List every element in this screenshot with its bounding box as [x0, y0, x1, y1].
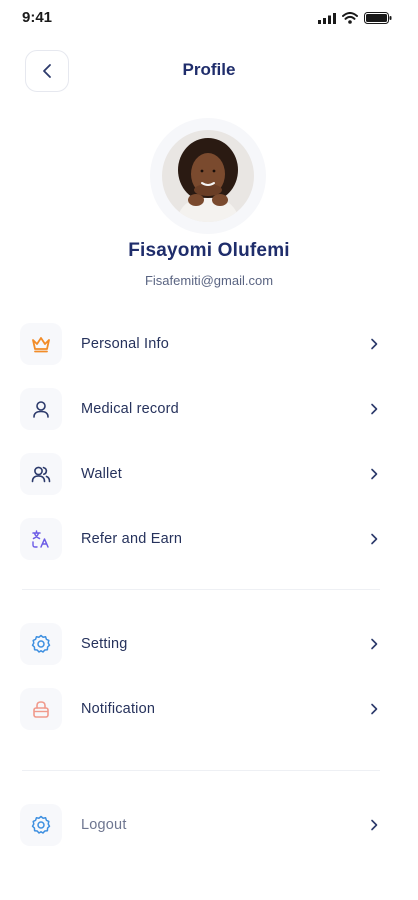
header: Profile: [0, 48, 418, 94]
crown-icon: [20, 323, 62, 365]
menu-item-wallet[interactable]: Wallet: [20, 452, 390, 496]
wifi-icon: [342, 12, 358, 24]
avatar-container: [150, 118, 266, 234]
menu-item-setting[interactable]: Setting: [20, 622, 390, 666]
user-name: Fisayomi Olufemi: [128, 240, 290, 261]
menu-label: Refer and Earn: [81, 531, 183, 547]
menu-item-logout[interactable]: Logout: [20, 803, 390, 847]
gear-icon: [20, 804, 62, 846]
divider: [22, 770, 380, 771]
chevron-right-icon: [364, 815, 384, 835]
gear-icon: [20, 623, 62, 665]
avatar-photo: [162, 130, 254, 222]
chevron-right-icon: [364, 529, 384, 549]
translate-icon: [20, 518, 62, 560]
status-icons: [318, 12, 392, 24]
status-bar: 9:41: [0, 0, 418, 40]
menu-item-refer-and-earn[interactable]: Refer and Earn: [20, 517, 390, 561]
status-time: 9:41: [22, 9, 53, 26]
user-email: Fisafemiti@gmail.com: [144, 273, 274, 288]
chevron-right-icon: [364, 464, 384, 484]
battery-icon: [364, 12, 392, 24]
menu-label: Logout: [81, 817, 127, 833]
chevron-right-icon: [364, 699, 384, 719]
divider: [22, 589, 380, 590]
menu-label: Setting: [81, 636, 128, 652]
menu-item-notification[interactable]: Notification: [20, 687, 390, 731]
menu-label: Notification: [81, 701, 156, 717]
users-icon: [20, 453, 62, 495]
user-icon: [20, 388, 62, 430]
avatar[interactable]: [162, 130, 254, 222]
chevron-right-icon: [364, 399, 384, 419]
chevron-right-icon: [364, 334, 384, 354]
page-title: Profile: [182, 60, 236, 79]
signal-icon: [318, 12, 336, 24]
menu-label: Wallet: [81, 466, 122, 482]
menu-label: Personal Info: [81, 336, 170, 352]
lock-icon: [20, 688, 62, 730]
menu-item-medical-record[interactable]: Medical record: [20, 387, 390, 431]
menu-item-personal-info[interactable]: Personal Info: [20, 322, 390, 366]
menu-label: Medical record: [81, 401, 179, 417]
chevron-right-icon: [364, 634, 384, 654]
